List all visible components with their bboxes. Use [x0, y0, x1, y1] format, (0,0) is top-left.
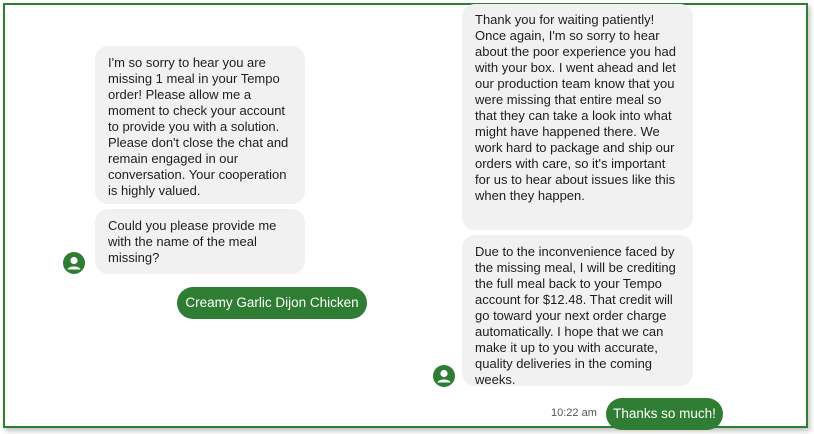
agent-message-sorry: I'm so sorry to hear you are missing 1 m…	[95, 46, 305, 204]
user-reply-meal-name: Creamy Garlic Dijon Chicken	[177, 287, 367, 319]
user-avatar-icon	[437, 369, 451, 383]
user-reply-thanks: Thanks so much!	[606, 398, 723, 430]
agent-avatar	[63, 252, 85, 274]
agent-avatar	[433, 365, 455, 387]
user-avatar-icon	[67, 256, 81, 270]
agent-message-credit: Due to the inconvenience faced by the mi…	[462, 235, 693, 387]
agent-message-meal-name-request: Could you please provide me with the nam…	[95, 209, 305, 274]
message-timestamp: 10:22 am	[551, 407, 597, 419]
agent-message-thank-you: Thank you for waiting patiently! Once ag…	[462, 4, 693, 230]
